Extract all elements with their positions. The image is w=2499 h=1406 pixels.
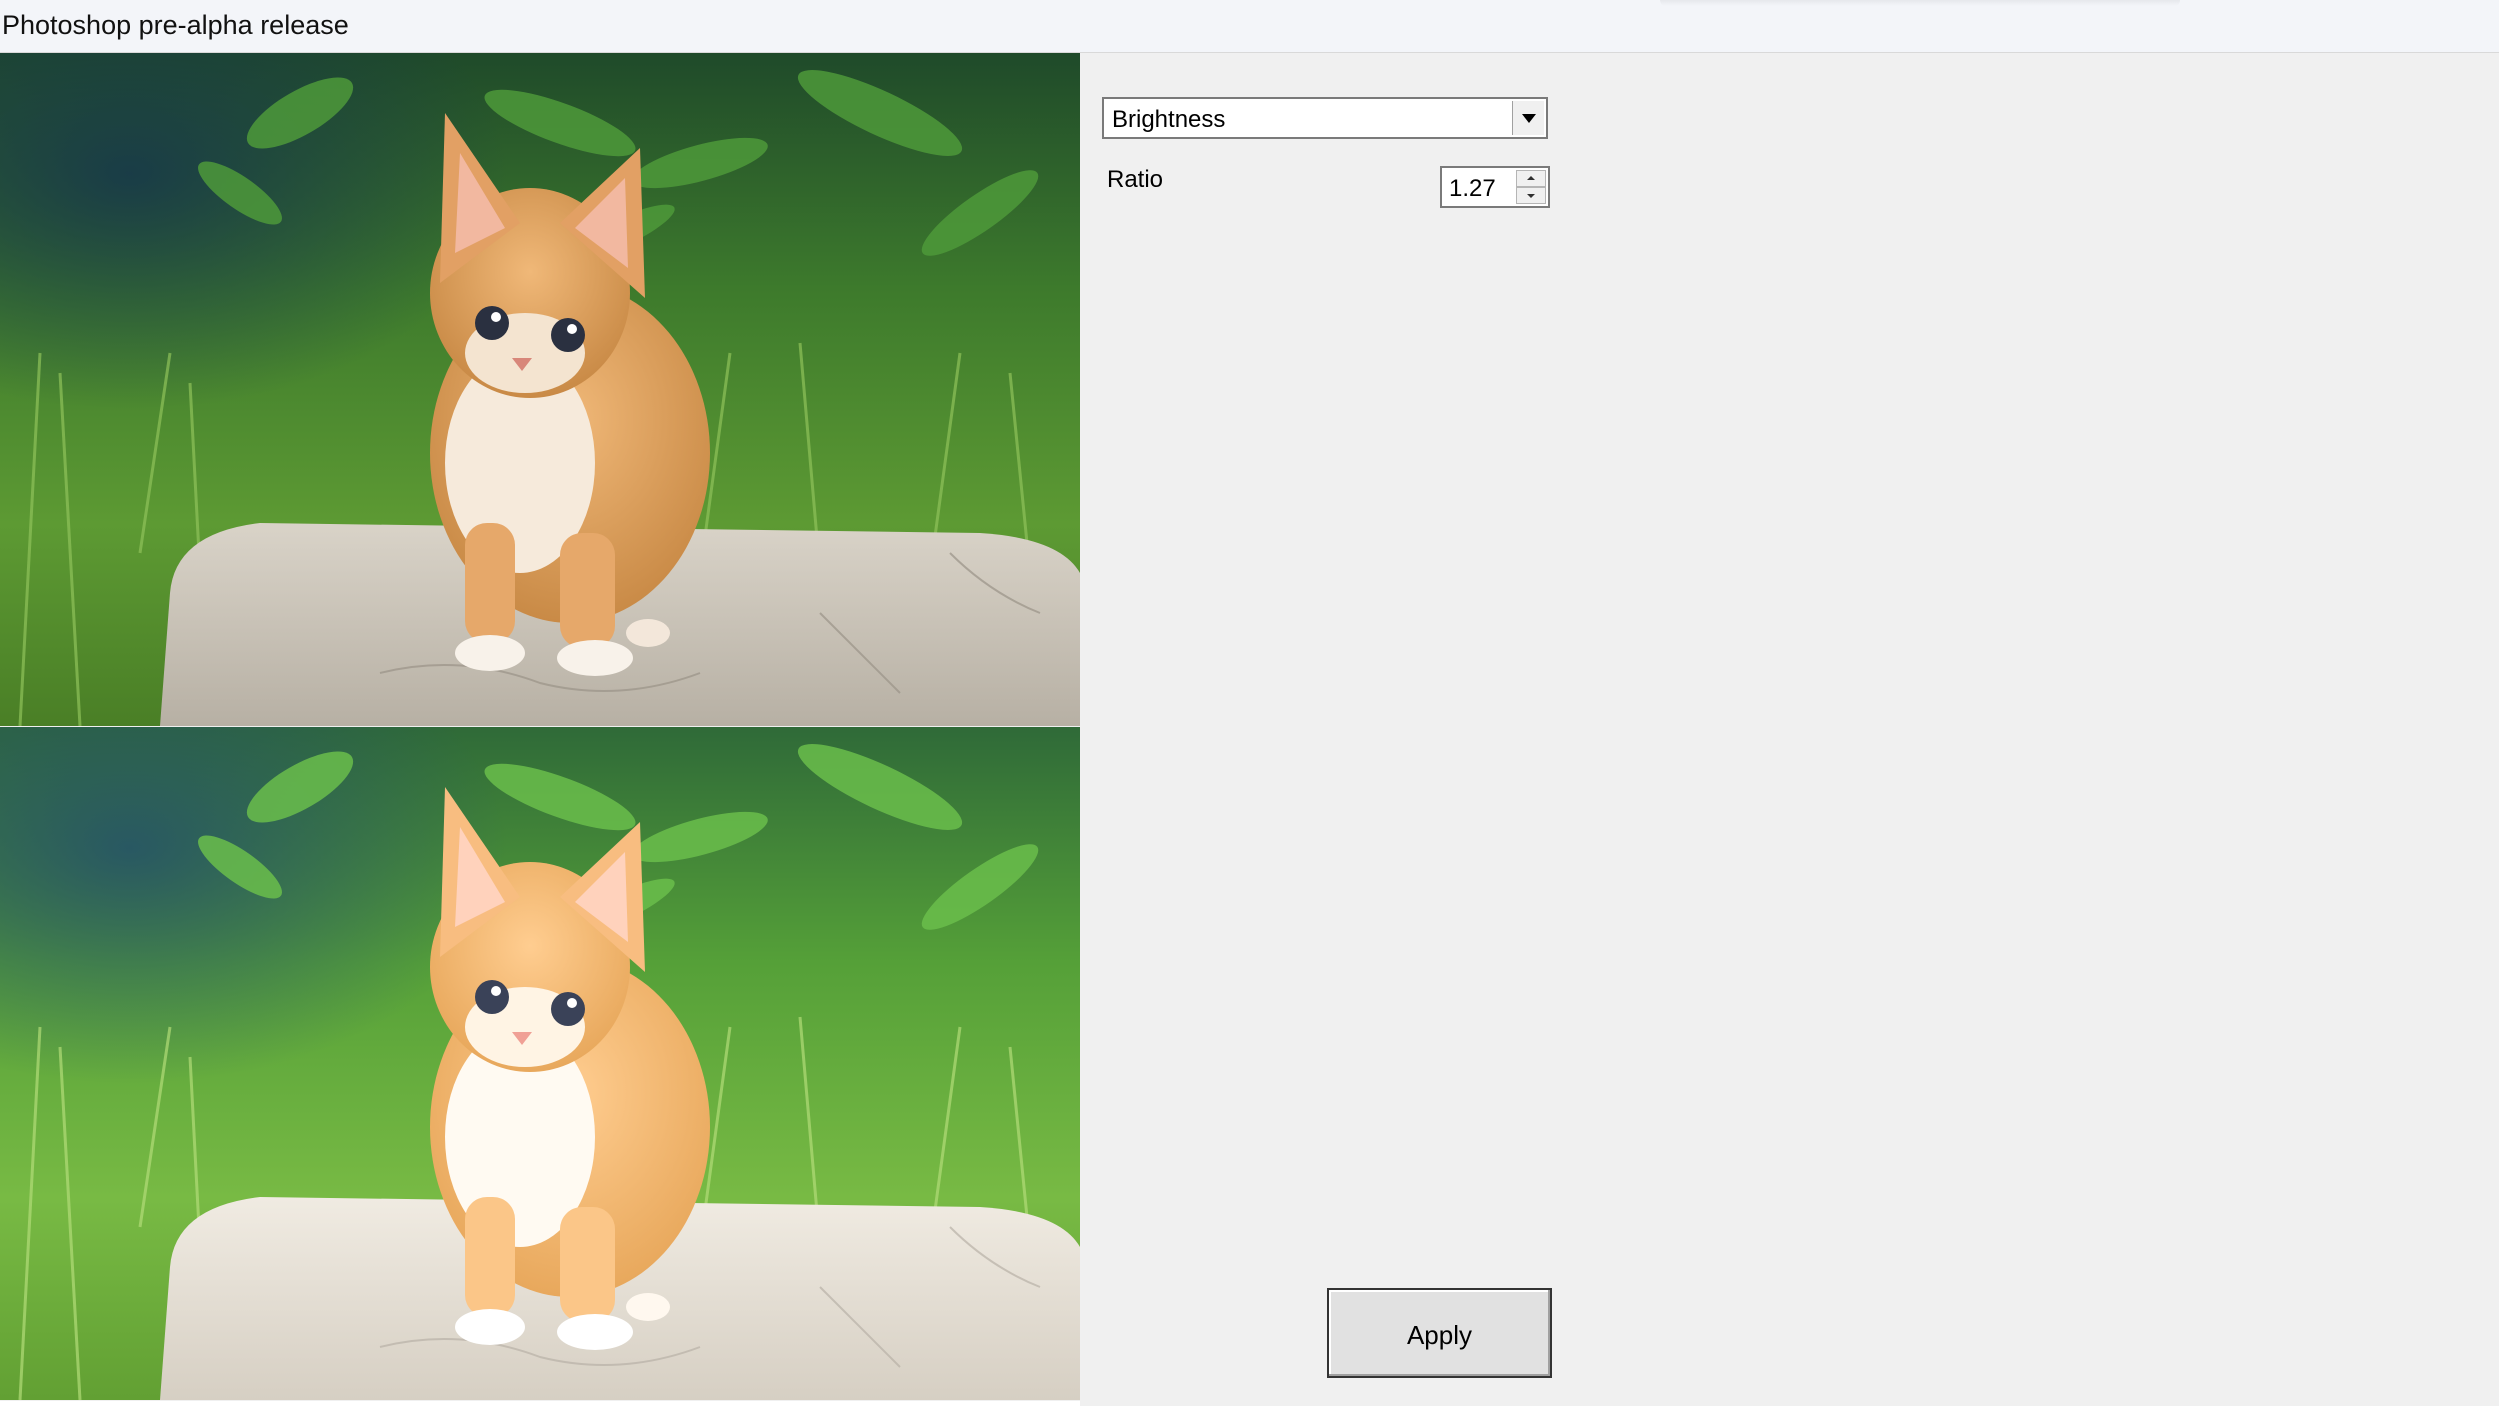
client-area: Brightness Ratio 1.27 Apply	[0, 53, 2499, 1406]
apply-button[interactable]: Apply	[1327, 1288, 1552, 1378]
kitten-photo-processed	[0, 727, 1080, 1400]
image-bottom-strip	[0, 1401, 1080, 1406]
filter-select[interactable]: Brightness	[1102, 97, 1548, 139]
ratio-decrement-button[interactable]	[1516, 187, 1546, 204]
kitten-photo-original	[0, 53, 1080, 726]
ratio-spinner[interactable]: 1.27	[1440, 166, 1550, 208]
title-bar[interactable]: Photoshop pre-alpha release	[0, 0, 2499, 53]
filter-dropdown-button[interactable]	[1512, 101, 1544, 135]
processed-image	[0, 727, 1080, 1400]
chevron-down-icon	[1522, 114, 1536, 123]
original-image	[0, 53, 1080, 726]
arrow-up-icon	[1527, 176, 1535, 180]
ratio-label: Ratio	[1107, 166, 1164, 193]
app-window: Photoshop pre-alpha release Brightness R…	[0, 0, 2499, 1406]
window-title: Photoshop pre-alpha release	[2, 10, 349, 40]
ratio-value[interactable]: 1.27	[1449, 175, 1496, 203]
ratio-spin-buttons	[1516, 170, 1546, 204]
filter-select-value: Brightness	[1112, 106, 1226, 133]
ratio-increment-button[interactable]	[1516, 170, 1546, 187]
arrow-down-icon	[1527, 194, 1535, 198]
apply-button-label: Apply	[1406, 1320, 1473, 1350]
title-bar-shadow	[1660, 0, 2180, 6]
